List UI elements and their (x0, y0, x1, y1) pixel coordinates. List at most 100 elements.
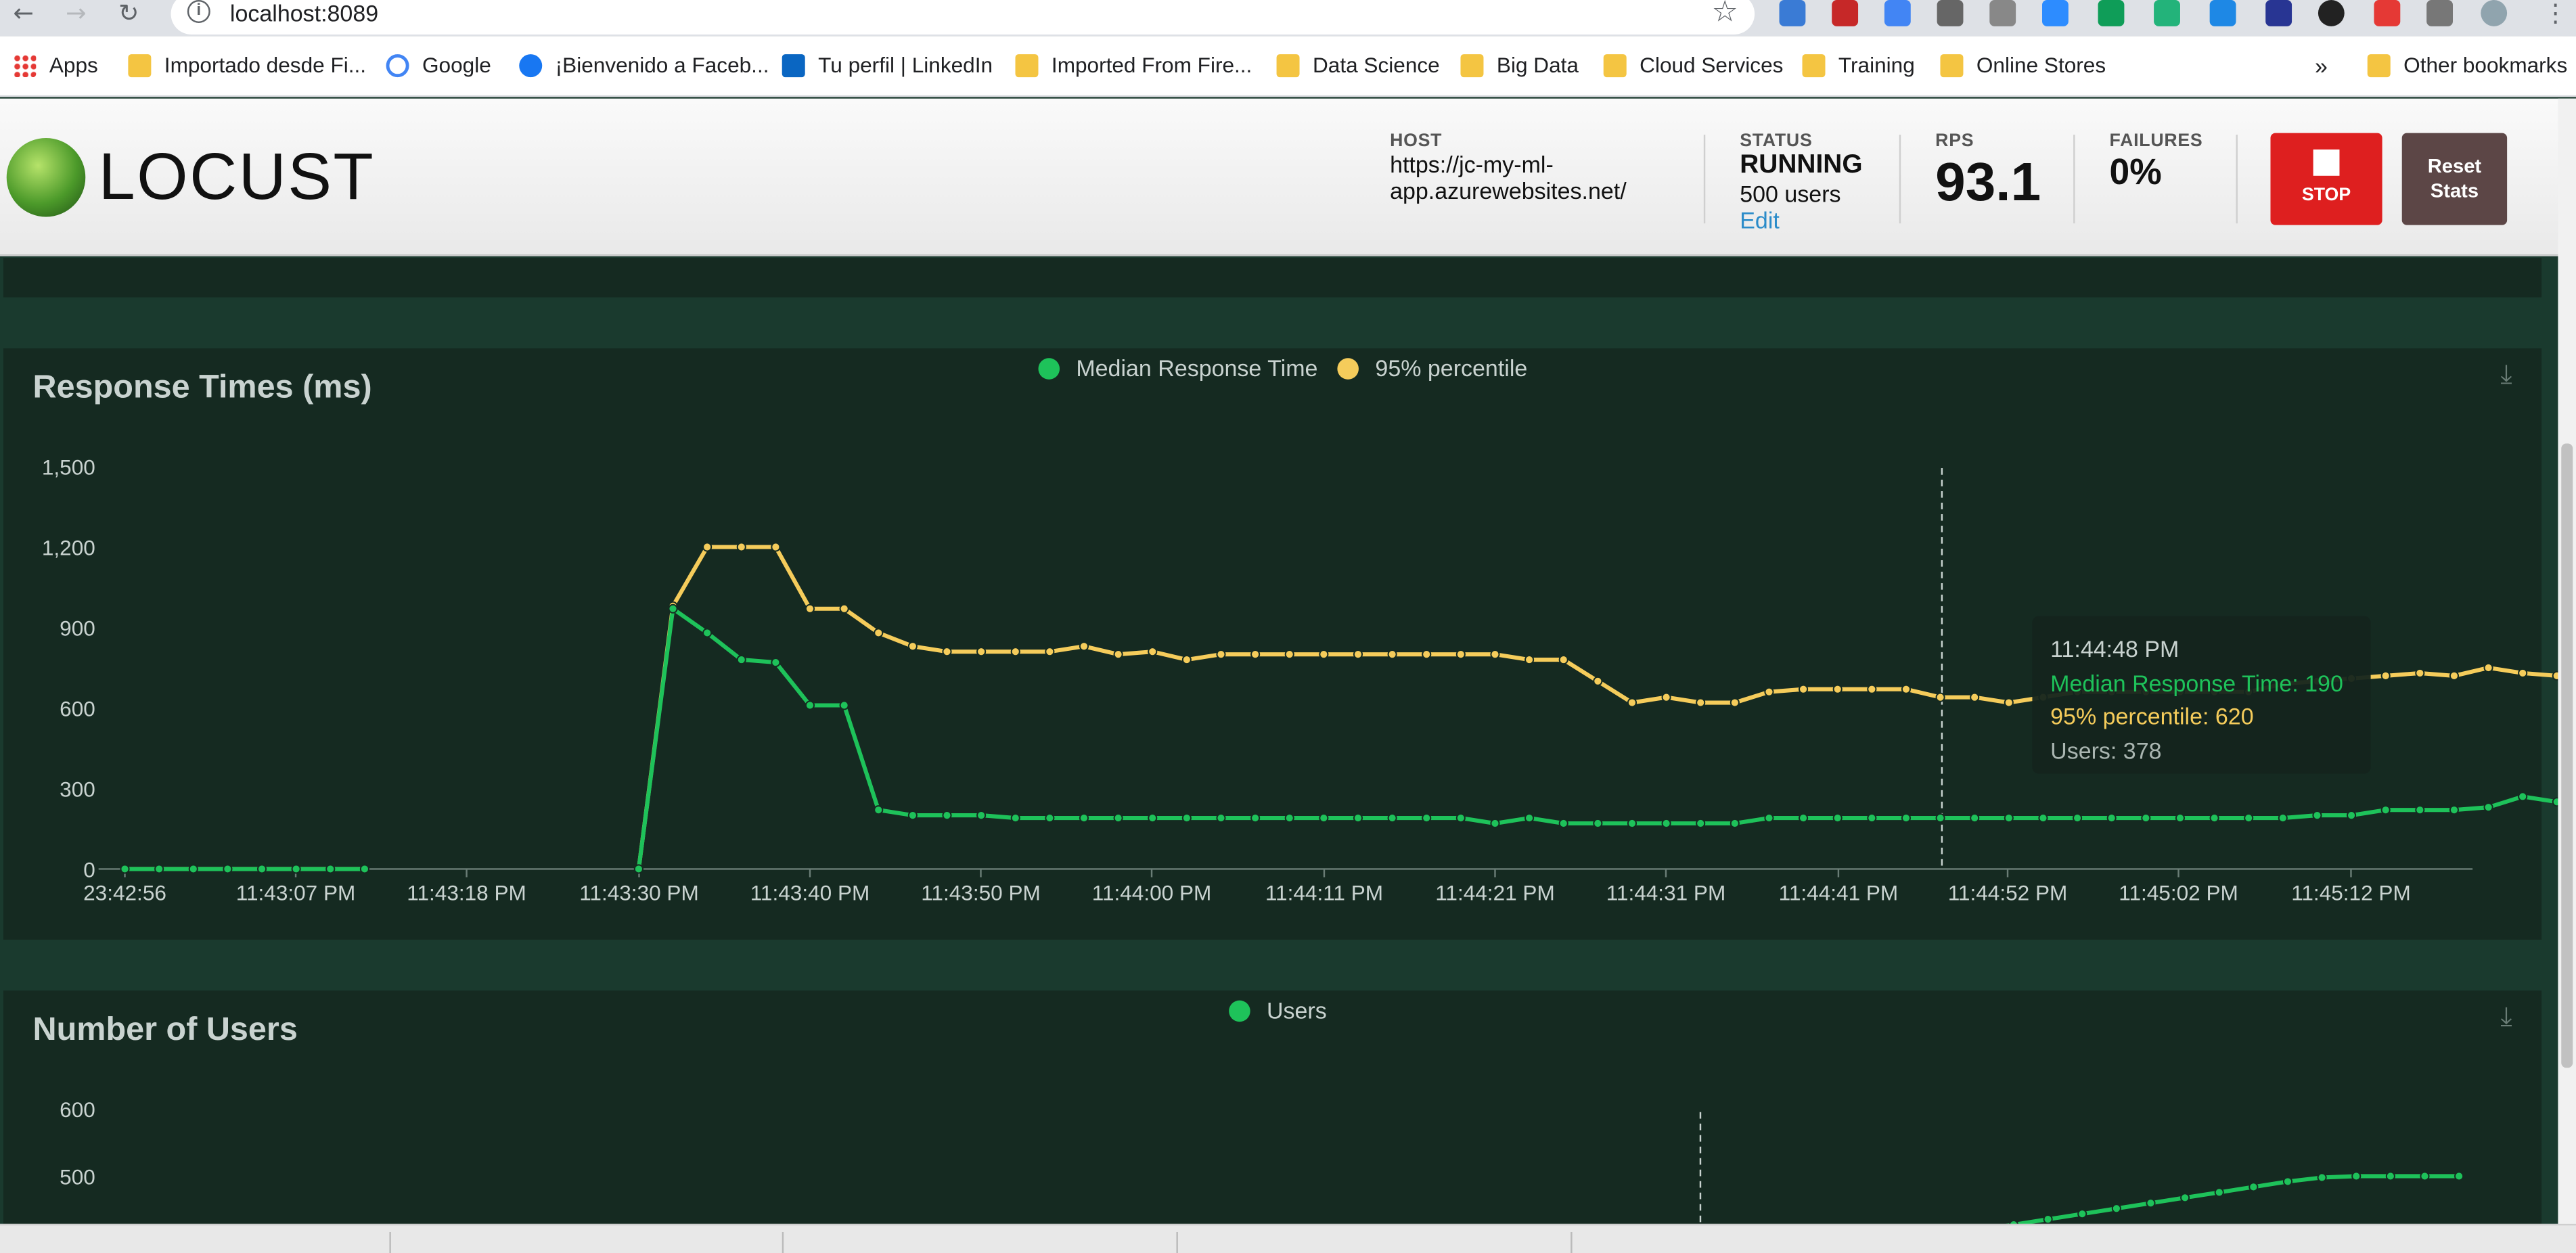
p95-point (1045, 647, 1055, 657)
y-tick-label: 1,200 (42, 536, 95, 560)
p95-point (702, 542, 713, 552)
users-point (2077, 1209, 2087, 1219)
y-tick-label: 600 (60, 697, 95, 721)
p95-point (1148, 647, 1158, 657)
p95-point (1696, 698, 1706, 708)
p95-point (839, 603, 849, 614)
p95-point (1970, 692, 1980, 702)
p95-point (942, 647, 952, 657)
median-point (188, 864, 198, 874)
median-point (1558, 818, 1568, 829)
page-scrollbar[interactable] (2558, 98, 2576, 1253)
p95-point (1216, 650, 1226, 660)
median-point (2449, 805, 2459, 815)
median-point (2073, 813, 2083, 823)
p95-point (2449, 670, 2459, 681)
median-point (1010, 813, 1020, 823)
p95-point (1422, 650, 1432, 660)
median-point (1455, 813, 1466, 823)
p95-point (2518, 668, 2528, 678)
p95-point (976, 647, 987, 657)
x-tick-label: 11:43:40 PM (750, 881, 870, 905)
p95-point (1387, 650, 1397, 660)
users-point (2351, 1171, 2362, 1181)
median-point (120, 864, 130, 874)
median-point (2244, 813, 2254, 823)
users-point (2043, 1214, 2053, 1225)
y-tick-label: 0 (83, 858, 95, 882)
scrollbar-thumb[interactable] (2561, 443, 2573, 1068)
median-point (1764, 813, 1774, 823)
median-point (771, 658, 781, 668)
p95-point (1079, 641, 1089, 652)
p95-point (1764, 687, 1774, 697)
x-tick-label: 11:45:12 PM (2291, 881, 2411, 905)
median-point (2312, 811, 2322, 821)
x-tick-label: 11:44:41 PM (1779, 881, 1899, 905)
median-point (1079, 813, 1089, 823)
median-point (1627, 818, 1637, 829)
median-point (839, 700, 849, 710)
median-point (1832, 813, 1843, 823)
p95-point (1661, 692, 1671, 702)
median-point (668, 603, 678, 614)
median-point (976, 811, 987, 821)
median-point (874, 805, 884, 815)
median-point (702, 628, 713, 638)
median-point (1353, 813, 1363, 823)
y-tick-label: 300 (60, 777, 95, 802)
p95-point (1730, 698, 1740, 708)
tooltip-users: Users: 378 (2050, 736, 2162, 763)
p95-point (1558, 655, 1568, 665)
y-tick-label: 900 (60, 616, 95, 641)
users-point (2249, 1182, 2259, 1192)
median-point (1216, 813, 1226, 823)
median-point (1422, 813, 1432, 823)
users-point (2454, 1171, 2464, 1181)
median-point (291, 864, 301, 874)
median-point (256, 864, 267, 874)
p95-point (907, 641, 918, 652)
p95-point (1799, 684, 1809, 694)
median-point (1799, 813, 1809, 823)
p95-point (1935, 692, 1945, 702)
users-point (2420, 1171, 2430, 1181)
median-point (1045, 813, 1055, 823)
p95-point (1250, 650, 1261, 660)
median-point (1661, 818, 1671, 829)
y-tick-label: 500 (60, 1165, 95, 1189)
x-tick-label: 11:44:21 PM (1435, 881, 1555, 905)
median-point (2106, 813, 2117, 823)
tooltip-p95: 95% percentile: 620 (2050, 703, 2254, 730)
chart-tooltip: 11:44:48 PM Median Response Time: 190 95… (2032, 616, 2371, 774)
p95-point (736, 542, 746, 552)
median-point (2004, 813, 2014, 823)
x-tick-label: 11:44:00 PM (1092, 881, 1212, 905)
p95-point (1181, 655, 1192, 665)
median-point (1867, 813, 1877, 823)
p95-point (1832, 684, 1843, 694)
p95-point (2004, 698, 2014, 708)
median-point (1970, 813, 1980, 823)
users-point (2214, 1187, 2224, 1198)
median-point (736, 655, 746, 665)
p95-point (771, 542, 781, 552)
median-point (2347, 811, 2357, 821)
median-point (907, 811, 918, 821)
median-point (2415, 805, 2425, 815)
median-point (1593, 818, 1603, 829)
median-point (1901, 813, 1912, 823)
p95-point (1455, 650, 1466, 660)
x-tick-label: 11:44:52 PM (1948, 881, 2068, 905)
p95-point (1593, 676, 1603, 686)
median-point (2175, 813, 2185, 823)
median-point (1490, 818, 1500, 829)
median-point (2518, 792, 2528, 802)
p95-point (2380, 670, 2391, 681)
p95-point (1867, 684, 1877, 694)
median-point (1387, 813, 1397, 823)
p95-point (2483, 662, 2493, 673)
x-tick-label: 11:43:18 PM (407, 881, 526, 905)
x-tick-label: 11:44:31 PM (1606, 881, 1726, 905)
users-point (2146, 1198, 2156, 1208)
